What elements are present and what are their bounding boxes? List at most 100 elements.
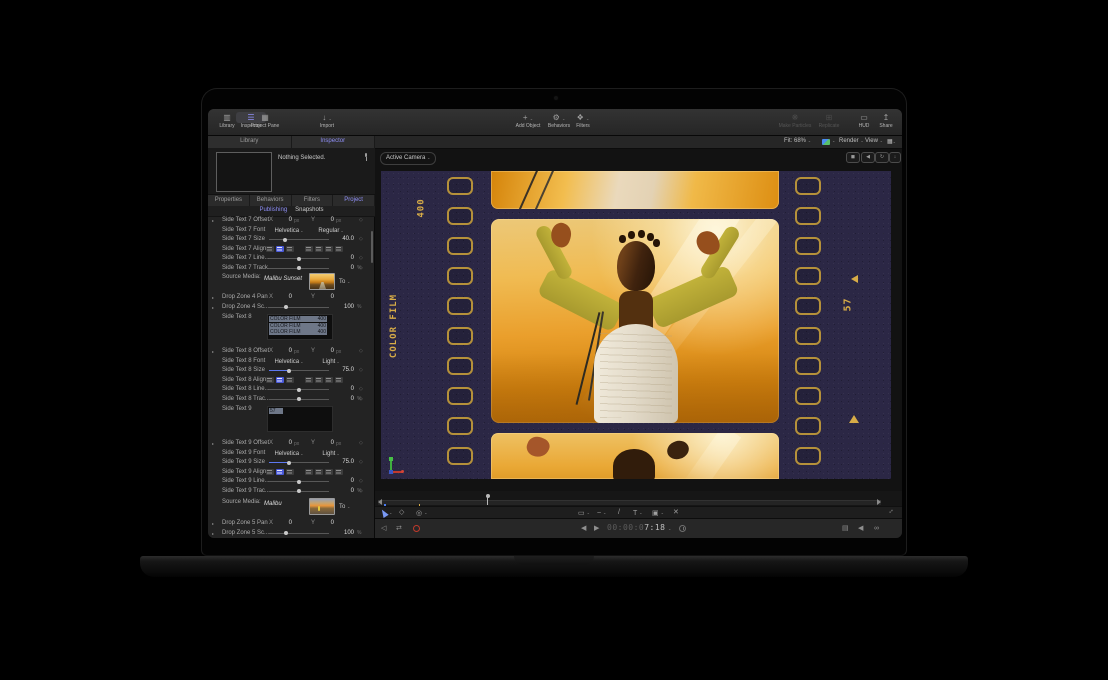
slider[interactable] [269, 239, 329, 240]
audio-button[interactable]: ◀ [858, 524, 863, 533]
x-value-field[interactable]: 0 [276, 440, 292, 447]
render-menu[interactable]: Render ⌄ [839, 138, 864, 144]
disclosure-triangle-icon[interactable]: ▸ [212, 440, 214, 447]
timeline-track[interactable] [378, 500, 881, 505]
align-button[interactable] [276, 469, 284, 475]
pin-icon[interactable] [363, 153, 369, 162]
y-value-field[interactable]: 0 [318, 217, 334, 224]
disclosure-triangle-icon[interactable]: ▸ [212, 217, 214, 224]
keyframe-diamond-icon[interactable]: ◇ [359, 459, 363, 466]
justify-button[interactable] [325, 246, 333, 252]
playhead[interactable] [487, 497, 488, 505]
anchor-tool[interactable]: ◇ [399, 508, 404, 518]
font-family-menu[interactable]: Helvetica⌄ [268, 227, 310, 235]
download-toggle-button[interactable]: ↓ [889, 152, 901, 163]
canvas[interactable]: Active Camera ⌄ ◼ ◀ ↻ ↓ 400 COLOR FILM 5… [375, 149, 902, 491]
justify-button[interactable] [335, 377, 343, 383]
keyframe-diamond-icon[interactable]: ◇ [359, 440, 363, 447]
make-particles-button[interactable]: ❋ Make Particles [774, 112, 816, 129]
font-family-menu[interactable]: Helvetica⌄ [268, 450, 310, 458]
disclosure-triangle-icon[interactable]: ▸ [212, 348, 214, 355]
transform-tool[interactable]: ✕ [673, 508, 679, 518]
justify-button[interactable] [315, 246, 323, 252]
slider[interactable] [269, 399, 329, 400]
y-value-field[interactable]: 0 [318, 440, 334, 447]
align-button[interactable] [286, 377, 294, 383]
justify-button[interactable] [315, 377, 323, 383]
filters-button[interactable]: ❖ ⌄ Filters [570, 112, 596, 129]
align-button[interactable] [276, 246, 284, 252]
value-field[interactable]: 0 [330, 488, 354, 495]
loop-playback-button[interactable]: ⇄ [396, 524, 402, 533]
slider[interactable] [269, 307, 329, 308]
y-value-field[interactable]: 0 [318, 348, 334, 355]
slider[interactable] [269, 389, 329, 390]
keyframe-diamond-icon[interactable]: ◇ [359, 348, 363, 355]
expand-timeline-icon[interactable]: ↕ [887, 508, 894, 515]
value-field[interactable]: 0 [330, 386, 354, 393]
keyframe-diamond-icon[interactable]: ◇ [359, 386, 363, 393]
keyframe-diamond-icon[interactable]: ◇ [359, 367, 363, 374]
justify-button[interactable] [325, 377, 333, 383]
slider[interactable] [269, 258, 329, 259]
y-value-field[interactable]: 0 [318, 520, 334, 527]
slider[interactable] [269, 491, 329, 492]
select-tool[interactable] [379, 508, 388, 518]
value-field[interactable]: 40.0 [330, 236, 354, 243]
font-face-menu[interactable]: Light⌄ [312, 358, 350, 366]
justify-button[interactable] [305, 469, 313, 475]
x-value-field[interactable]: 0 [276, 520, 292, 527]
slider[interactable] [269, 370, 329, 371]
align-button[interactable] [286, 469, 294, 475]
tab-library[interactable]: Library [208, 136, 292, 148]
value-field[interactable]: 0 [330, 396, 354, 403]
y-value-field[interactable]: 0 [318, 294, 334, 301]
x-value-field[interactable]: 0 [276, 294, 292, 301]
project-pane-button[interactable]: ▦ Project Pane [248, 112, 282, 129]
out-point-marker[interactable] [877, 499, 881, 505]
font-face-menu[interactable]: Light⌄ [312, 450, 350, 458]
panel-scrollbar[interactable] [371, 231, 373, 263]
layout-menu[interactable]: ▦⌄ [887, 138, 896, 145]
loop-toggle-button[interactable]: ↻ [875, 152, 889, 163]
text-entry-box[interactable]: COLOR FILM400COLOR FILM400COLOR FILM400 [267, 314, 333, 340]
view-menu[interactable]: View ⌄ [865, 138, 883, 144]
line-tool[interactable]: / [618, 508, 620, 518]
align-button[interactable] [266, 469, 274, 475]
justify-button[interactable] [315, 469, 323, 475]
media-to-menu[interactable]: To ⌄ [339, 503, 350, 511]
media-thumbnail[interactable] [309, 273, 335, 290]
disclosure-triangle-icon[interactable]: ▸ [212, 304, 214, 311]
tab-snapshots[interactable]: Snapshots [295, 206, 323, 216]
keyframe-diamond-icon[interactable]: ◇ [359, 217, 363, 224]
keyframe-diamond-icon[interactable]: ◇ [359, 488, 363, 495]
camera-menu[interactable]: Active Camera ⌄ [380, 152, 436, 165]
mute-audio-button[interactable]: ◁ [381, 524, 386, 533]
font-face-menu[interactable]: Regular⌄ [312, 227, 350, 235]
replicate-button[interactable]: ⊞ Replicate [814, 112, 844, 129]
slider[interactable] [269, 533, 329, 534]
value-field[interactable]: 75.0 [330, 367, 354, 374]
align-button[interactable] [266, 377, 274, 383]
previous-frame-button[interactable]: ◀ [581, 524, 586, 533]
add-object-button[interactable]: + ⌄ Add Object [511, 112, 545, 129]
value-field[interactable]: 0 [330, 265, 354, 272]
import-button[interactable]: ↓ ⌄ Import [312, 112, 342, 129]
timecode-chevron[interactable]: ⌄ [668, 524, 671, 533]
keyframe-diamond-icon[interactable]: ◇ [359, 236, 363, 243]
disclosure-triangle-icon[interactable]: ▸ [212, 294, 214, 301]
timecode-display[interactable]: 00:00:07:18 [607, 523, 665, 532]
keyframe-diamond-icon[interactable]: ◇ [359, 265, 363, 272]
justify-button[interactable] [305, 246, 313, 252]
share-button[interactable]: ↥ Share [874, 112, 898, 129]
justify-button[interactable] [305, 377, 313, 383]
tab-publishing[interactable]: Publishing [259, 206, 287, 216]
disclosure-triangle-icon[interactable]: ▸ [212, 530, 214, 537]
align-button[interactable] [286, 246, 294, 252]
hud-button[interactable]: ▭ HUD [854, 112, 874, 129]
clock-icon[interactable] [679, 525, 686, 532]
loop-range-button[interactable]: ∞ [874, 524, 879, 533]
audio-toggle-button[interactable]: ◀ [861, 152, 875, 163]
value-field[interactable]: 0 [330, 255, 354, 262]
camera-toggle-button[interactable]: ◼ [846, 152, 860, 163]
